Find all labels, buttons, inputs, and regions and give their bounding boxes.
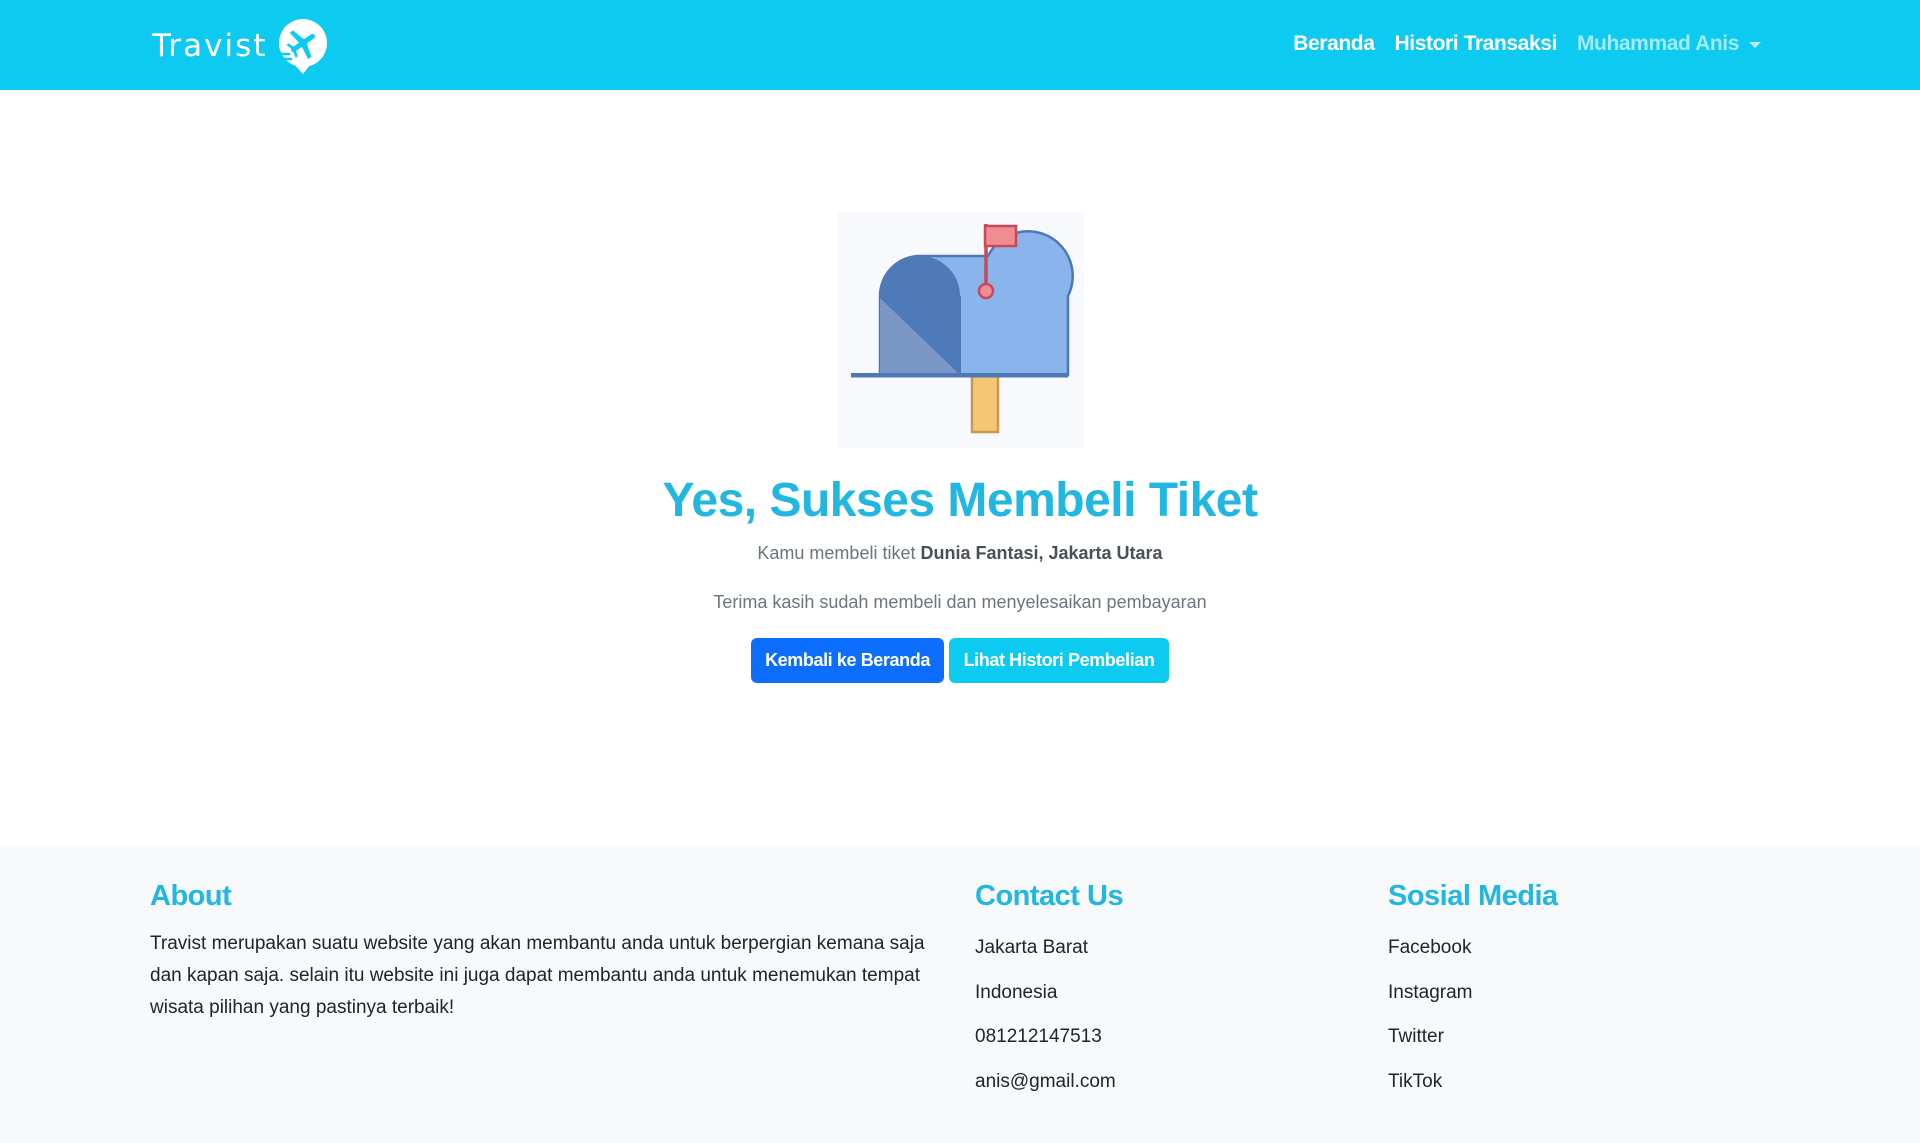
social-link-facebook[interactable]: Facebook [1388,937,1471,958]
contact-country: Indonesia [975,981,1058,1003]
purchase-summary: Kamu membeli tiket Dunia Fantasi, Jakart… [0,543,1920,564]
nav-links: Beranda Histori Transaksi Muhammad Anis [1273,28,1761,60]
thanks-message: Terima kasih sudah membeli dan menyelesa… [713,592,1207,612]
brand-name: Travist [152,28,268,64]
contact-email: anis@gmail.com [975,1070,1116,1092]
purchase-summary-prefix: Kamu membeli tiket [757,543,921,563]
social-link-twitter[interactable]: Twitter [1388,1026,1444,1047]
brand-link[interactable]: Travist [152,16,333,76]
caret-down-icon [1749,42,1761,48]
about-heading: About [150,880,232,912]
top-navbar: Travist Beranda Histori Transaksi Muhamm… [0,0,1920,90]
social-list: Facebook Instagram Twitter TikTok [1388,936,1472,1114]
mailbox-icon [838,212,1084,448]
social-link-instagram[interactable]: Instagram [1388,982,1472,1003]
social-link-tiktok[interactable]: TikTok [1388,1071,1442,1092]
contact-phone: 081212147513 [975,1026,1102,1047]
contact-heading: Contact Us [975,880,1124,912]
airplane-pin-icon [276,19,328,74]
user-menu-toggle[interactable]: Muhammad Anis [1577,32,1761,56]
back-to-home-button[interactable]: Kembali ke Beranda [751,638,944,683]
action-buttons: Kembali ke Beranda Lihat Histori Pembeli… [751,638,1169,683]
success-title: Yes, Sukses Membeli Tiket [662,474,1258,527]
user-name: Muhammad Anis [1576,32,1739,55]
contact-list: Jakarta Barat Indonesia 081212147513 ani… [975,936,1116,1114]
contact-city: Jakarta Barat [975,937,1088,958]
nav-link-beranda[interactable]: Beranda [1293,32,1375,56]
footer: About Travist merupakan suatu website ya… [0,846,1920,1143]
ticket-name: Dunia Fantasi, Jakarta Utara [920,543,1163,563]
success-section [0,90,1920,846]
about-text: Travist merupakan suatu website yang aka… [150,933,925,1018]
view-history-button[interactable]: Lihat Histori Pembelian [949,638,1169,683]
nav-link-histori-transaksi[interactable]: Histori Transaksi [1395,32,1558,56]
social-heading: Sosial Media [1388,880,1558,912]
